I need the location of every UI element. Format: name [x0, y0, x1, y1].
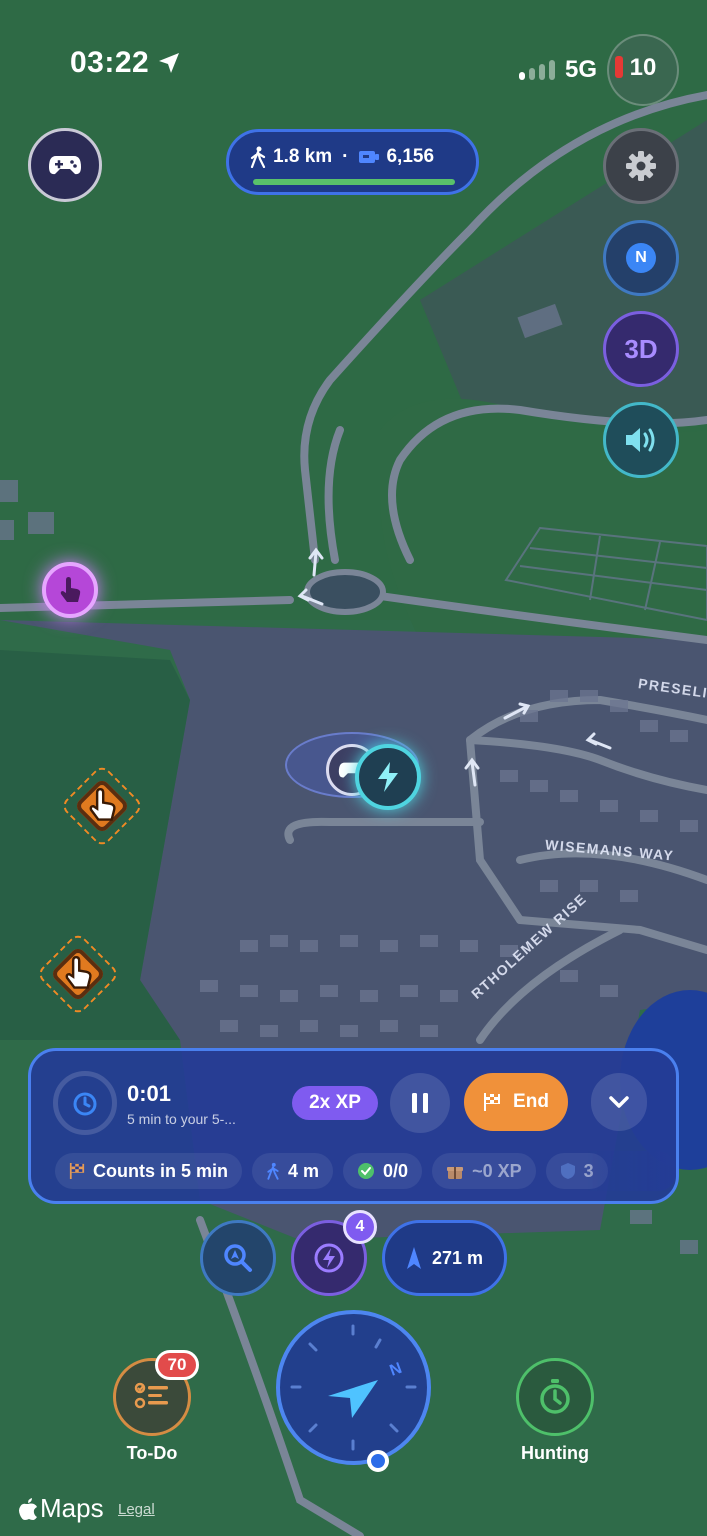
- session-subtitle: 5 min to your 5-...: [127, 1111, 236, 1127]
- chips-fade: [586, 1151, 676, 1191]
- separator-dot: ·: [342, 146, 349, 167]
- elapsed-time: 0:01: [127, 1081, 172, 1106]
- search-location-icon: [224, 1244, 252, 1272]
- status-indicators: 5G 10: [518, 34, 679, 106]
- xp-text: ~0 XP: [472, 1160, 522, 1181]
- checklist-icon: [134, 1382, 168, 1409]
- battery-level: 10: [629, 54, 657, 81]
- task-marker-2[interactable]: [35, 931, 121, 1017]
- tasks-chip[interactable]: 0/0: [343, 1153, 423, 1189]
- shield-icon: [560, 1163, 575, 1179]
- walk-distance-chip[interactable]: 4 m: [252, 1153, 334, 1189]
- time-text: 03:22: [70, 46, 150, 79]
- checkered-flag-icon: [69, 1163, 85, 1179]
- compass-icon: N: [290, 1324, 417, 1451]
- checkered-flag-icon: [484, 1093, 501, 1111]
- end-label: End: [513, 1091, 549, 1112]
- hunting-button[interactable]: [516, 1358, 594, 1436]
- game-menu-button[interactable]: [28, 128, 102, 202]
- stopwatch-icon: [540, 1379, 570, 1414]
- tap-spot-marker[interactable]: [42, 562, 98, 618]
- sound-button[interactable]: [603, 402, 679, 478]
- compass-location-dot: [367, 1450, 389, 1472]
- collapse-panel-button[interactable]: [591, 1073, 647, 1131]
- tap-hand-icon: [65, 956, 92, 989]
- xp-multiplier-badge: 2x XP: [292, 1086, 378, 1120]
- compass-button[interactable]: N: [276, 1310, 431, 1465]
- next-target-distance-button[interactable]: 271 m: [382, 1220, 507, 1296]
- battery-indicator: 10: [607, 34, 679, 106]
- signal-icon: [518, 60, 555, 80]
- network-type: 5G: [564, 56, 597, 83]
- checkmark-circle-icon: [358, 1163, 375, 1179]
- apple-logo-icon: [19, 1497, 37, 1520]
- svg-text:N: N: [388, 1360, 405, 1380]
- target-distance-text: 271 m: [431, 1247, 484, 1268]
- counts-chip[interactable]: Counts in 5 min: [55, 1153, 242, 1189]
- pause-button[interactable]: [390, 1073, 450, 1133]
- walking-icon: [267, 1162, 279, 1180]
- todo-count-badge: 70: [155, 1350, 199, 1380]
- steps-counter-icon: [359, 151, 380, 163]
- chevron-down-icon: [609, 1096, 629, 1108]
- progress-bar: [253, 179, 455, 185]
- location-arrow-icon: [159, 53, 180, 73]
- maps-label: Maps: [40, 1493, 104, 1523]
- settings-button[interactable]: [603, 128, 679, 204]
- search-nearby-button[interactable]: [200, 1220, 276, 1296]
- energy-pickup-marker[interactable]: [355, 744, 421, 810]
- 3d-view-button[interactable]: 3D: [603, 311, 679, 387]
- xp-chip[interactable]: ~0 XP: [432, 1153, 536, 1189]
- speaker-icon: [626, 428, 655, 452]
- timer-icon: [73, 1092, 97, 1116]
- steps-value: 6,156: [386, 146, 435, 167]
- hunting-label[interactable]: Hunting: [500, 1443, 610, 1464]
- pause-icon: [412, 1093, 428, 1113]
- gear-icon: [626, 151, 656, 181]
- task-marker-1[interactable]: [59, 763, 145, 849]
- walking-icon: [250, 146, 266, 168]
- status-time: 03:22: [70, 46, 181, 80]
- legal-link[interactable]: Legal: [118, 1501, 155, 1518]
- apple-maps-attribution: Maps: [18, 1493, 104, 1524]
- session-stats-chips[interactable]: Counts in 5 min 4 m 0/0 ~0 XP 3: [55, 1153, 608, 1189]
- tasks-text: 0/0: [383, 1160, 409, 1181]
- energy-count-badge: 4: [343, 1210, 377, 1244]
- tap-hand-icon: [89, 788, 116, 821]
- lightning-circle-icon: [314, 1243, 344, 1273]
- walk-distance-text: 4 m: [288, 1160, 320, 1181]
- gamepad-icon: [49, 156, 81, 175]
- north-label: N: [626, 243, 656, 273]
- distance-steps-summary[interactable]: 1.8 km · 6,156: [226, 129, 479, 195]
- end-session-button[interactable]: End: [464, 1073, 568, 1131]
- lightning-icon: [378, 762, 398, 792]
- distance-value: 1.8 km: [273, 146, 333, 167]
- gift-icon: [447, 1167, 464, 1179]
- timer-ring: [53, 1071, 117, 1135]
- north-orientation-button[interactable]: N: [603, 220, 679, 296]
- 3d-label: 3D: [624, 333, 658, 364]
- tap-hand-icon: [60, 577, 81, 602]
- session-panel: 0:01 5 min to your 5-... 2x XP End Count…: [28, 1048, 679, 1204]
- direction-arrow-icon: [406, 1247, 421, 1269]
- todo-label[interactable]: To-Do: [100, 1443, 204, 1464]
- counts-text: Counts in 5 min: [93, 1160, 228, 1181]
